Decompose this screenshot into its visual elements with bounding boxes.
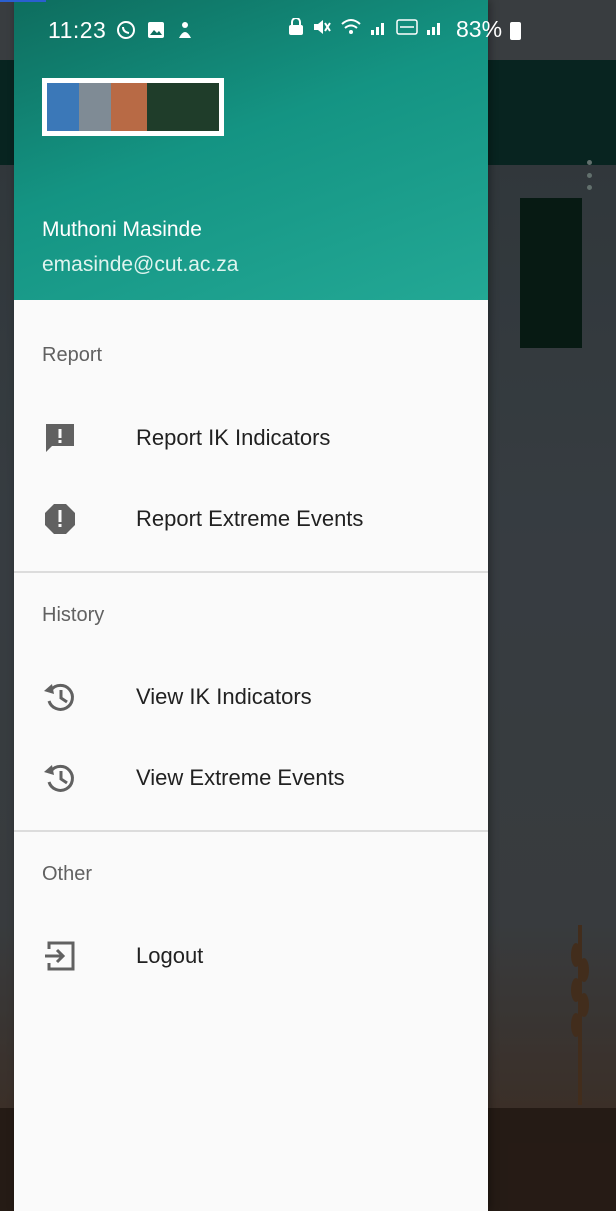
section-divider (14, 830, 488, 832)
menu-item-label: View IK Indicators (136, 684, 312, 709)
menu-item-label: View Extreme Events (136, 765, 345, 790)
app-logo (42, 78, 224, 136)
mute-icon (314, 20, 331, 34)
menu-item-logout[interactable]: Logout (14, 924, 488, 988)
section-title-history: History (42, 604, 105, 626)
battery-percentage: 83% (456, 16, 503, 42)
app-notification-icon (179, 22, 192, 38)
menu-item-label: Report Extreme Events (136, 506, 364, 531)
user-name: Muthoni Masinde (42, 218, 202, 241)
lock-icon (289, 18, 303, 35)
status-time: 11:23 (48, 16, 107, 43)
menu-item-report-extreme-events[interactable]: Report Extreme Events (14, 487, 488, 551)
status-right-icons (288, 18, 444, 36)
menu-item-view-ik-indicators[interactable]: View IK Indicators (14, 665, 488, 729)
status-bar: 11:23 83% (0, 0, 616, 60)
volte-icon (396, 19, 418, 35)
menu-item-report-ik-indicators[interactable]: Report IK Indicators (14, 406, 488, 470)
report-feedback-icon (40, 418, 80, 458)
wifi-icon (341, 19, 361, 34)
menu-item-view-extreme-events[interactable]: View Extreme Events (14, 746, 488, 810)
section-title-other: Other (42, 863, 93, 885)
history-icon (40, 677, 80, 717)
signal-icon-2 (427, 23, 440, 35)
user-email: emasinde@cut.ac.za (42, 253, 239, 276)
gallery-icon (148, 22, 165, 38)
alert-octagon-icon (40, 499, 80, 539)
navigation-drawer: Muthoni Masinde emasinde@cut.ac.za Repor… (14, 0, 488, 1211)
logout-icon (40, 936, 80, 976)
whatsapp-icon (117, 21, 136, 39)
section-title-report: Report (42, 344, 103, 366)
history-icon (40, 758, 80, 798)
menu-item-label: Logout (136, 943, 204, 968)
signal-icon (371, 23, 384, 35)
top-accent-line (0, 0, 46, 2)
battery-icon (510, 22, 521, 40)
status-left-icons (116, 20, 194, 40)
section-divider (14, 571, 488, 573)
menu-item-label: Report IK Indicators (136, 425, 331, 450)
